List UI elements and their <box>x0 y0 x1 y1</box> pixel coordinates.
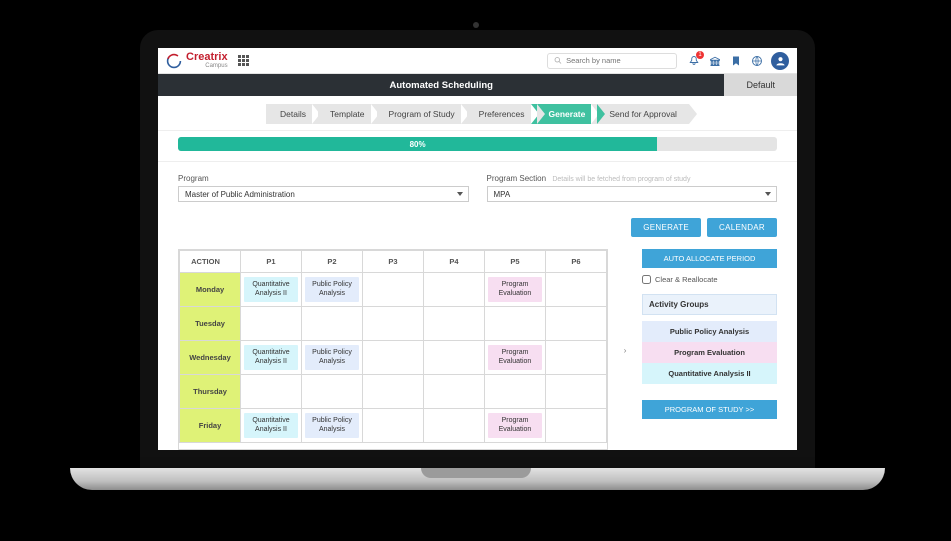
clear-reallocate-checkbox[interactable] <box>642 275 651 284</box>
laptop-notch <box>421 468 531 478</box>
section-label: Program Section <box>487 174 547 183</box>
auto-allocate-button[interactable]: AUTO ALLOCATE PERIOD <box>642 249 777 268</box>
progress-fill: 80% <box>178 137 657 151</box>
schedule-cell-empty[interactable] <box>363 409 424 443</box>
schedule-cell[interactable]: Program Evaluation <box>485 273 546 307</box>
schedule-cell-empty[interactable] <box>424 307 485 341</box>
period-header: P3 <box>363 251 424 273</box>
schedule-cell-empty[interactable] <box>363 307 424 341</box>
chevron-down-icon <box>457 192 463 196</box>
schedule-cell-empty[interactable] <box>241 375 302 409</box>
institution-icon[interactable] <box>708 54 722 68</box>
schedule-cell-empty[interactable] <box>241 307 302 341</box>
schedule-cell-empty[interactable] <box>363 341 424 375</box>
period-header: P4 <box>424 251 485 273</box>
laptop-camera <box>473 22 479 28</box>
schedule-cell-empty[interactable] <box>302 375 363 409</box>
activity-group-item[interactable]: Public Policy Analysis <box>642 321 777 342</box>
schedule-cell-empty[interactable] <box>424 273 485 307</box>
search-input-wrap[interactable] <box>547 53 677 69</box>
page-title: Automated Scheduling <box>158 80 724 91</box>
schedule-cell-empty[interactable] <box>363 375 424 409</box>
schedule-cell[interactable]: Program Evaluation <box>485 341 546 375</box>
action-menu[interactable]: ACTION <box>180 251 241 273</box>
search-icon <box>554 56 562 65</box>
globe-icon[interactable] <box>750 54 764 68</box>
program-select[interactable]: Master of Public Administration <box>178 186 469 202</box>
notification-badge: 1 <box>696 51 704 59</box>
schedule-table: ACTIONP1P2P3P4P5P6MondayQuantitative Ana… <box>178 249 608 450</box>
activity-group-item[interactable]: Quantitative Analysis II <box>642 363 777 384</box>
schedule-cell[interactable]: Quantitative Analysis II <box>241 273 302 307</box>
section-value: MPA <box>494 190 511 199</box>
period-header: P1 <box>241 251 302 273</box>
controls-area: Program Master of Public Administration … <box>158 162 797 241</box>
section-select[interactable]: MPA <box>487 186 778 202</box>
schedule-cell-empty[interactable] <box>485 307 546 341</box>
program-label: Program <box>178 174 469 183</box>
schedule-cell-empty[interactable] <box>546 409 607 443</box>
brand-logo[interactable]: Creatrix Campus <box>166 52 228 69</box>
day-cell: Wednesday <box>180 341 241 375</box>
schedule-cell[interactable]: Public Policy Analysis <box>302 409 363 443</box>
notification-bell-icon[interactable]: 1 <box>687 54 701 68</box>
progress-label: 80% <box>410 140 426 149</box>
clear-reallocate-check[interactable]: Clear & Reallocate <box>642 275 777 284</box>
app-screen: Creatrix Campus 1 <box>140 30 815 468</box>
schedule-cell-empty[interactable] <box>302 307 363 341</box>
schedule-cell[interactable]: Public Policy Analysis <box>302 341 363 375</box>
logo-icon <box>166 53 182 69</box>
schedule-cell-empty[interactable] <box>546 273 607 307</box>
activity-group-item[interactable]: Program Evaluation <box>642 342 777 363</box>
schedule-cell[interactable]: Public Policy Analysis <box>302 273 363 307</box>
clear-reallocate-label: Clear & Reallocate <box>655 275 718 284</box>
day-cell: Monday <box>180 273 241 307</box>
program-value: Master of Public Administration <box>185 190 295 199</box>
brand-sub: Campus <box>186 63 228 69</box>
progress-bar: 80% <box>178 137 777 151</box>
app-launcher-icon[interactable] <box>238 55 250 67</box>
day-cell: Tuesday <box>180 307 241 341</box>
period-header: P6 <box>546 251 607 273</box>
progress-wrap: 80% <box>158 131 797 162</box>
page-titlebar: Automated Scheduling Default <box>158 74 797 96</box>
chevron-down-icon <box>765 192 771 196</box>
default-tab[interactable]: Default <box>724 74 797 96</box>
schedule-cell-empty[interactable] <box>546 341 607 375</box>
section-hint: Details will be fetched from program of … <box>552 176 690 183</box>
schedule-cell-empty[interactable] <box>424 341 485 375</box>
day-cell: Friday <box>180 409 241 443</box>
schedule-cell[interactable]: Program Evaluation <box>485 409 546 443</box>
schedule-cell[interactable]: Quantitative Analysis II <box>241 409 302 443</box>
bookmark-icon[interactable] <box>729 54 743 68</box>
topbar: Creatrix Campus 1 <box>158 48 797 74</box>
user-avatar[interactable] <box>771 52 789 70</box>
program-of-study-link[interactable]: PROGRAM OF STUDY >> <box>642 400 777 419</box>
side-panel: AUTO ALLOCATE PERIOD Clear & Reallocate … <box>642 249 777 450</box>
schedule-cell[interactable]: Quantitative Analysis II <box>241 341 302 375</box>
wizard-steps: DetailsTemplateProgram of StudyPreferenc… <box>158 96 797 131</box>
generate-button[interactable]: GENERATE <box>631 218 701 237</box>
brand-name: Creatrix <box>186 52 228 63</box>
schedule-cell-empty[interactable] <box>485 375 546 409</box>
period-header: P2 <box>302 251 363 273</box>
schedule-cell-empty[interactable] <box>546 307 607 341</box>
schedule-cell-empty[interactable] <box>424 409 485 443</box>
day-cell: Thursday <box>180 375 241 409</box>
period-header: P5 <box>485 251 546 273</box>
wizard-step-send-for-approval[interactable]: Send for Approval <box>591 104 689 124</box>
wizard-step-program-of-study[interactable]: Program of Study <box>371 104 467 124</box>
activity-groups-header: Activity Groups <box>642 294 777 315</box>
schedule-cell-empty[interactable] <box>424 375 485 409</box>
schedule-cell-empty[interactable] <box>546 375 607 409</box>
schedule-cell-empty[interactable] <box>363 273 424 307</box>
wizard-step-details[interactable]: Details <box>266 104 318 124</box>
expand-handle-icon[interactable]: › <box>620 249 630 450</box>
calendar-button[interactable]: CALENDAR <box>707 218 777 237</box>
search-input[interactable] <box>566 56 670 65</box>
